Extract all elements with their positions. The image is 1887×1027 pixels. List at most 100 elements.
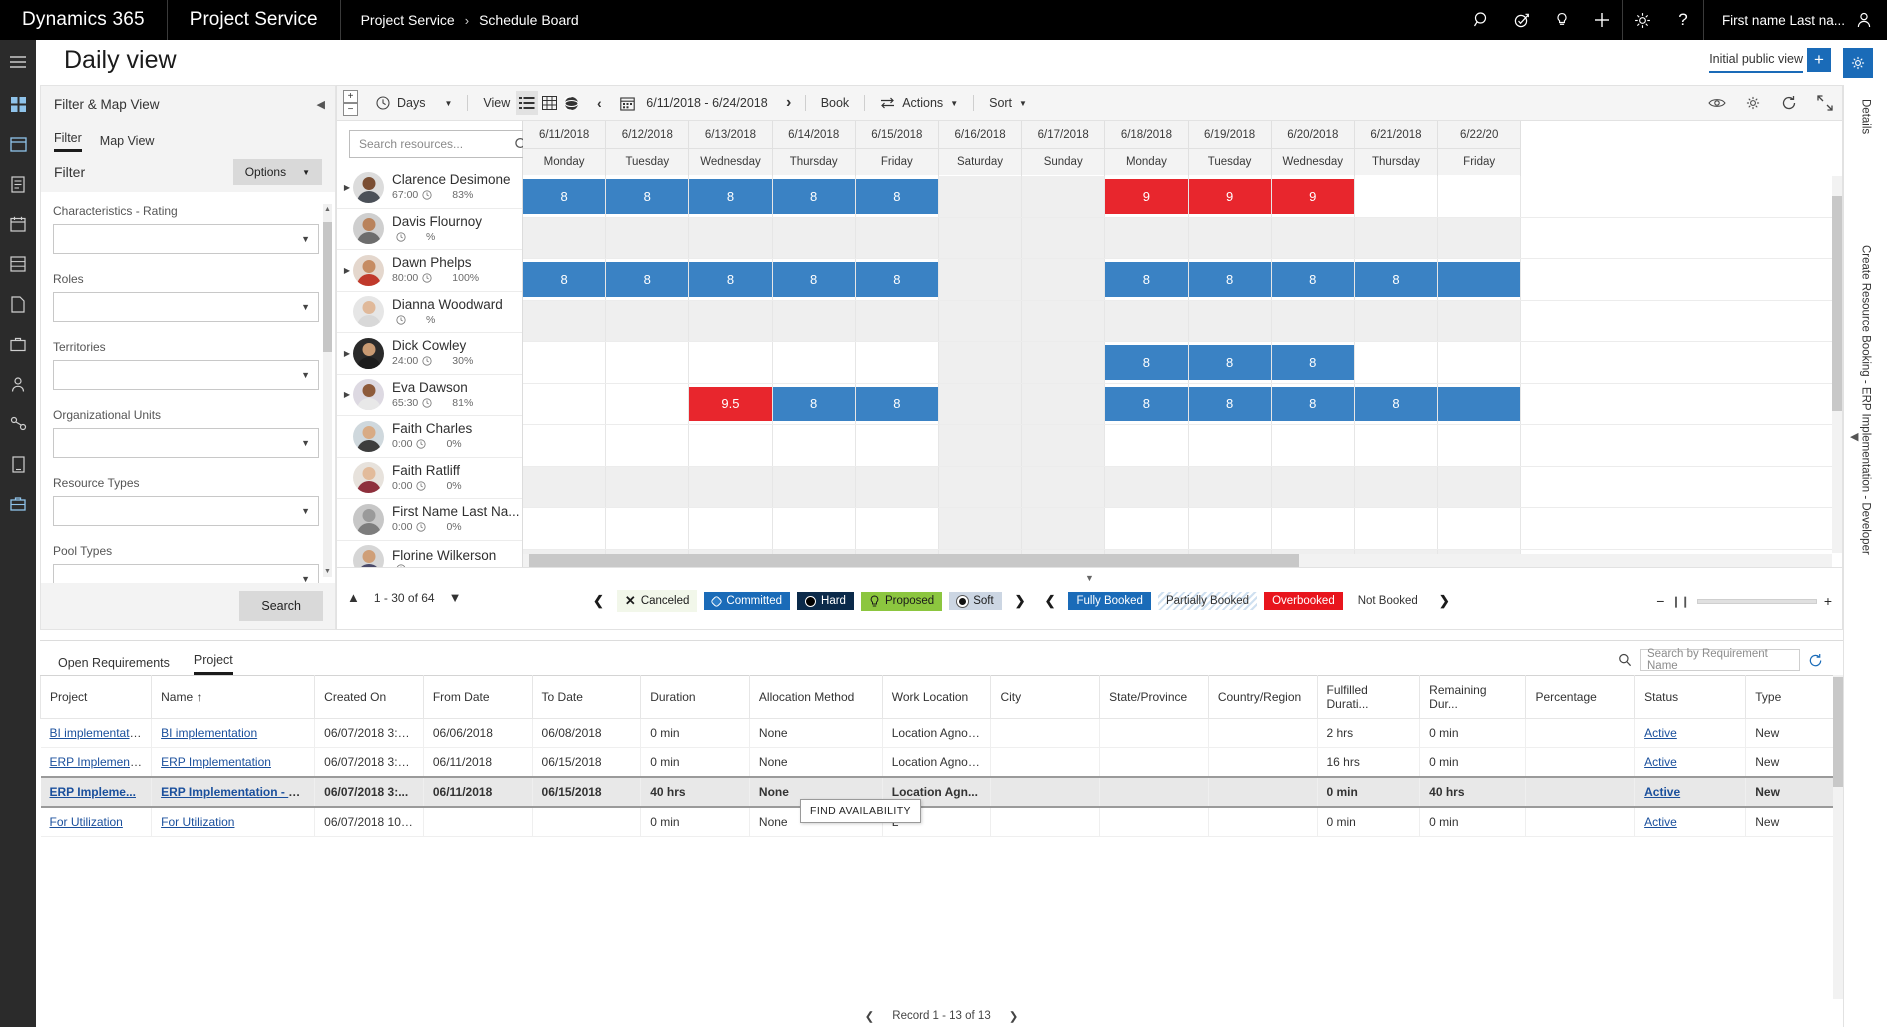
timeline-cell[interactable]: 8 bbox=[689, 176, 773, 217]
timeline-cell[interactable]: 8 bbox=[1271, 342, 1355, 383]
advanced-find-icon[interactable] bbox=[1502, 0, 1542, 40]
fullscreen-icon[interactable] bbox=[1814, 91, 1836, 115]
territories-input[interactable]: ▼ bbox=[53, 360, 319, 390]
timeline-horizontal-scrollbar[interactable] bbox=[523, 554, 1832, 567]
table-cell[interactable]: ERP Impleme... bbox=[40, 776, 153, 808]
timeline-cell[interactable] bbox=[606, 508, 690, 549]
booking-bar[interactable]: 8 bbox=[1354, 262, 1438, 297]
zoom-out-button[interactable]: − bbox=[1656, 593, 1664, 609]
zoom-in-button[interactable]: + bbox=[1824, 593, 1832, 609]
timeline-cell[interactable] bbox=[1105, 425, 1189, 466]
timeline-cell[interactable] bbox=[689, 300, 773, 341]
list-view-icon[interactable] bbox=[516, 91, 539, 115]
expand-arrow-icon[interactable]: ▶ bbox=[341, 349, 353, 358]
resource-row[interactable]: First Name Last Na... 0:00 0% bbox=[337, 499, 522, 541]
timeline-cell[interactable] bbox=[523, 342, 607, 383]
legend-hard[interactable]: Hard bbox=[797, 592, 854, 610]
timeline-cell[interactable] bbox=[772, 217, 856, 258]
timeline-cell[interactable] bbox=[1022, 259, 1106, 300]
timeline-cell[interactable] bbox=[772, 466, 856, 507]
expand-arrow-icon[interactable]: ▶ bbox=[341, 183, 353, 192]
eye-icon[interactable] bbox=[1706, 91, 1728, 115]
table-column-header[interactable]: Work Location bbox=[881, 675, 992, 719]
booking-bar[interactable]: 8 bbox=[772, 179, 855, 214]
table-column-header[interactable]: Project bbox=[39, 675, 153, 719]
timeline-cell[interactable] bbox=[523, 508, 607, 549]
app-name-project-service[interactable]: Project Service bbox=[168, 0, 341, 40]
timeline-cell[interactable] bbox=[1271, 217, 1355, 258]
timeline-cell[interactable]: 8 bbox=[1105, 342, 1189, 383]
table-column-header[interactable]: Status bbox=[1634, 675, 1747, 719]
status-legend-prev[interactable]: ❮ bbox=[587, 593, 610, 609]
timeline-cell[interactable]: 9 bbox=[1105, 176, 1189, 217]
timeline-cell[interactable] bbox=[938, 259, 1023, 300]
timeline-cell[interactable] bbox=[523, 300, 607, 341]
timeline-cell[interactable] bbox=[606, 300, 690, 341]
status-legend-next[interactable]: ❯ bbox=[1009, 593, 1032, 609]
record-prev-button[interactable]: ❮ bbox=[865, 1009, 875, 1023]
legend-partially-booked[interactable]: Partially Booked bbox=[1157, 592, 1258, 610]
table-column-header[interactable]: Name ↑ bbox=[151, 675, 316, 719]
network-icon[interactable] bbox=[0, 404, 36, 444]
brand-dynamics365[interactable]: Dynamics 365 bbox=[0, 0, 168, 40]
booking-bar[interactable]: 8 bbox=[606, 179, 689, 214]
timeline-cell[interactable]: 8 bbox=[606, 259, 690, 300]
timeline-cell[interactable]: 8 bbox=[523, 176, 607, 217]
sort-menu[interactable]: Sort ▼ bbox=[979, 86, 1037, 121]
timeline-cell[interactable] bbox=[1355, 342, 1439, 383]
timeline-cell[interactable] bbox=[606, 425, 690, 466]
table-column-header[interactable]: Duration bbox=[640, 675, 750, 719]
zoom-out-button[interactable]: − bbox=[343, 103, 358, 116]
table-row[interactable]: BI implementati... BI implementation 06/07… bbox=[40, 718, 1843, 748]
timeline-cell[interactable] bbox=[689, 466, 773, 507]
board-icon[interactable] bbox=[0, 124, 36, 164]
legend-overbooked[interactable]: Overbooked bbox=[1264, 592, 1343, 610]
timeline-cell[interactable] bbox=[1438, 300, 1522, 341]
notes-icon[interactable] bbox=[0, 164, 36, 204]
timeline-cell[interactable]: 8 bbox=[1271, 383, 1355, 424]
booking-bar[interactable]: 8 bbox=[1188, 345, 1271, 380]
timeline-vertical-scrollbar[interactable] bbox=[1832, 176, 1842, 553]
breadcrumb-item-schedule-board[interactable]: Schedule Board bbox=[479, 12, 579, 28]
booking-bar[interactable]: 8 bbox=[523, 179, 606, 214]
filter-panel-scrollbar[interactable]: ▲ ▼ bbox=[323, 204, 332, 577]
timeline-cell[interactable] bbox=[856, 508, 939, 549]
record-next-button[interactable]: ❯ bbox=[1009, 1009, 1019, 1023]
legend-committed[interactable]: Committed bbox=[704, 592, 791, 610]
timeline-cell[interactable] bbox=[1022, 300, 1106, 341]
timeline-cell[interactable] bbox=[523, 466, 607, 507]
timeline-cell[interactable]: 8 bbox=[772, 259, 856, 300]
table-cell[interactable]: Active bbox=[1634, 807, 1747, 837]
timeline-cell[interactable]: 8 bbox=[1271, 259, 1355, 300]
booking-bar[interactable]: 8 bbox=[855, 179, 938, 214]
calendar-icon[interactable] bbox=[0, 204, 36, 244]
timeline-cell[interactable] bbox=[1271, 300, 1355, 341]
timeline-cell[interactable] bbox=[1354, 300, 1439, 341]
table-cell[interactable]: ERP Implementation - D... bbox=[151, 776, 316, 808]
table-row[interactable]: ERP Impleme... ERP Implementation - D... 0… bbox=[40, 776, 1843, 808]
collapse-board-button[interactable]: ▼ bbox=[337, 568, 1842, 588]
time-scale-selector[interactable]: Days ▼ bbox=[366, 86, 462, 121]
table-column-header[interactable]: City bbox=[990, 675, 1101, 719]
gear-icon[interactable] bbox=[1843, 48, 1873, 78]
pool-types-input[interactable]: ▼ bbox=[53, 564, 319, 583]
scroll-down-arrow-icon[interactable]: ▼ bbox=[323, 566, 332, 577]
scrollbar-thumb[interactable] bbox=[1833, 677, 1843, 787]
booking-bar[interactable]: 8 bbox=[1188, 262, 1271, 297]
timeline-cell[interactable] bbox=[606, 217, 690, 258]
roles-input[interactable]: ▼ bbox=[53, 292, 319, 322]
table-column-header[interactable]: Country/Region bbox=[1207, 675, 1318, 719]
timeline-cell[interactable] bbox=[1022, 425, 1106, 466]
zoom-slider[interactable] bbox=[1696, 598, 1817, 604]
lightbulb-icon[interactable] bbox=[1542, 0, 1582, 40]
resource-row[interactable]: ▶ Dawn Phelps 80:00 100% bbox=[337, 250, 522, 292]
characteristics-rating-input[interactable]: ▼ bbox=[53, 224, 319, 254]
search-button[interactable]: Search bbox=[239, 591, 323, 621]
create-resource-booking-label[interactable]: Create Resource Booking - ERP Implementa… bbox=[1860, 245, 1872, 555]
help-icon[interactable]: ? bbox=[1663, 0, 1703, 40]
timeline-cell[interactable] bbox=[689, 217, 773, 258]
timeline-cell[interactable] bbox=[1105, 466, 1189, 507]
timeline-cell[interactable] bbox=[773, 425, 856, 466]
table-cell[interactable]: ERP Implementation bbox=[151, 747, 316, 778]
timeline-cell[interactable] bbox=[1438, 383, 1522, 424]
